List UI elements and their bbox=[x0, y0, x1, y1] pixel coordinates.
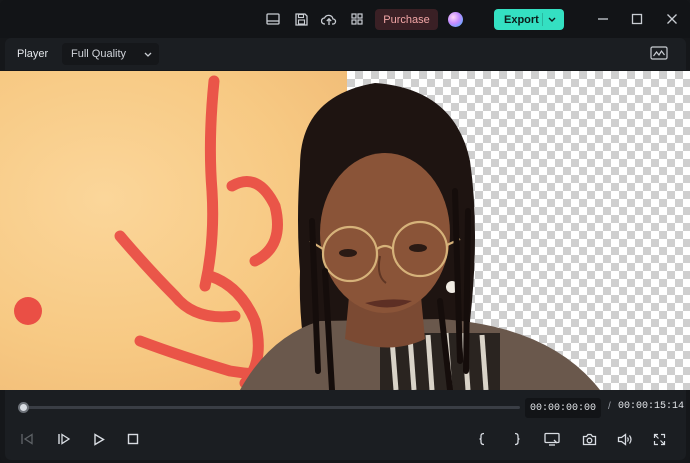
total-time: 00:00:15:14 bbox=[618, 401, 685, 412]
export-button[interactable]: Export bbox=[494, 9, 564, 30]
volume-icon[interactable] bbox=[614, 429, 634, 449]
portrait-subject bbox=[14, 75, 600, 390]
playhead-handle[interactable] bbox=[18, 402, 29, 413]
maximize-icon[interactable] bbox=[627, 9, 647, 29]
export-label: Export bbox=[504, 13, 539, 26]
purchase-button[interactable]: Purchase bbox=[375, 9, 438, 30]
fullscreen-icon[interactable] bbox=[649, 429, 669, 449]
stop-icon[interactable] bbox=[123, 429, 143, 449]
save-icon[interactable] bbox=[292, 10, 310, 28]
display-settings-icon[interactable] bbox=[542, 429, 562, 449]
previous-frame-icon[interactable] bbox=[17, 429, 37, 449]
player-header: Player Full Quality bbox=[5, 38, 686, 70]
timeline-scrubber[interactable] bbox=[23, 406, 520, 409]
snapshot-camera-icon[interactable] bbox=[579, 429, 599, 449]
video-preview[interactable] bbox=[0, 71, 690, 390]
close-icon[interactable] bbox=[662, 9, 682, 29]
chevron-down-icon bbox=[143, 48, 153, 63]
time-separator: / bbox=[608, 401, 611, 412]
current-time: 00:00:00:00 bbox=[525, 398, 601, 418]
mark-in-icon[interactable] bbox=[472, 429, 492, 449]
next-frame-icon[interactable] bbox=[54, 429, 74, 449]
cloud-upload-icon[interactable] bbox=[320, 10, 338, 28]
quality-select[interactable]: Full Quality bbox=[62, 43, 159, 65]
grid-icon[interactable] bbox=[348, 10, 366, 28]
scopes-chart-icon[interactable] bbox=[650, 45, 668, 63]
player-label: Player bbox=[17, 48, 49, 60]
minimize-icon[interactable] bbox=[593, 9, 613, 29]
export-divider bbox=[542, 13, 543, 26]
play-icon[interactable] bbox=[89, 429, 109, 449]
editor-window: Purchase Export Player Full Quality 00:0… bbox=[0, 0, 690, 463]
mark-out-icon[interactable] bbox=[507, 429, 527, 449]
title-bar: Purchase Export bbox=[0, 0, 690, 38]
avatar-orb-icon[interactable] bbox=[448, 12, 463, 27]
chevron-down-icon[interactable] bbox=[547, 12, 557, 29]
layout-icon[interactable] bbox=[264, 10, 282, 28]
playback-controls: 00:00:00:00 / 00:00:15:14 bbox=[5, 390, 686, 460]
quality-value: Full Quality bbox=[71, 48, 127, 60]
